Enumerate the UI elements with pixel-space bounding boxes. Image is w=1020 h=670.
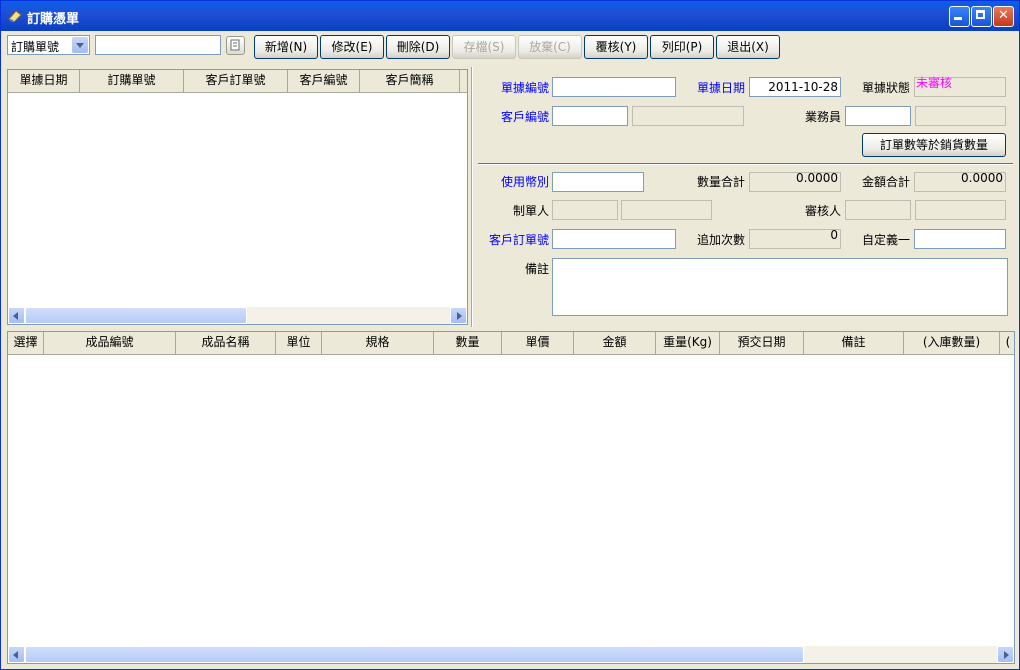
doc-date-field[interactable]: 2011-10-28	[749, 77, 841, 97]
reviewer-label: 審核人	[804, 204, 841, 218]
doc-no-field[interactable]	[552, 77, 676, 97]
amount-total-field: 0.0000	[914, 171, 1006, 192]
delete-button[interactable]: 刪除(D)	[386, 35, 450, 59]
close-icon: ✕	[998, 8, 1009, 23]
amount-total-value: 0.0000	[961, 171, 1003, 185]
app-icon	[8, 10, 22, 23]
main-window: 訂購憑單 ✕ 訂購單號 新增(N) 修改(E) 刪除(D) 存檔(S) 放棄(C…	[0, 0, 1020, 670]
close-button[interactable]: ✕	[993, 6, 1014, 27]
search-field-value: 訂購單號	[11, 40, 60, 54]
title-bar[interactable]: 訂購憑單 ✕	[1, 1, 1019, 31]
reviewer-name-field	[915, 200, 1006, 220]
qty-total-field: 0.0000	[749, 171, 841, 192]
col-remarks[interactable]: 備註	[804, 332, 904, 354]
creator-field	[552, 200, 618, 220]
customer-no-field[interactable]	[552, 106, 628, 126]
search-icon	[230, 39, 240, 51]
reviewer-field	[845, 200, 911, 220]
order-list-header: 單據日期 訂購單號 客戶訂單號 客戶編號 客戶簡稱	[8, 70, 467, 93]
col-unit[interactable]: 單位	[276, 332, 322, 354]
qty-total-label: 數量合計	[696, 175, 745, 189]
order-list-hscrollbar[interactable]	[8, 307, 467, 324]
maximize-icon	[976, 10, 985, 19]
col-due-date[interactable]: 預交日期	[720, 332, 804, 354]
col-customer-name[interactable]: 客戶簡稱	[360, 70, 460, 92]
customer-name-field	[632, 106, 744, 126]
qty-total-value: 0.0000	[796, 171, 838, 185]
print-button[interactable]: 列印(P)	[650, 35, 714, 59]
col-stock-in-qty[interactable]: (入庫數量)	[904, 332, 1000, 354]
col-doc-date[interactable]: 單據日期	[8, 70, 80, 92]
currency-label: 使用幣別	[500, 175, 549, 189]
search-input[interactable]	[95, 35, 221, 55]
cancel-button[interactable]: 放棄(C)	[518, 35, 582, 59]
salesperson-name-field	[915, 106, 1006, 126]
remarks-label: 備註	[524, 262, 549, 276]
doc-status-value: 未審核	[916, 76, 953, 90]
maximize-button[interactable]	[971, 6, 992, 27]
doc-status-label: 單據狀態	[861, 81, 910, 95]
form-separator	[478, 163, 1013, 165]
detail-grid-header: 選擇 成品編號 成品名稱 單位 規格 數量 單價 金額 重量(Kg) 預交日期 …	[8, 332, 1014, 355]
chevron-down-icon[interactable]	[72, 37, 88, 53]
scroll-right-icon[interactable]	[450, 307, 467, 324]
col-amount[interactable]: 金額	[574, 332, 656, 354]
append-count-field: 0	[749, 228, 841, 249]
col-quantity[interactable]: 數量	[434, 332, 502, 354]
minimize-icon	[954, 17, 962, 20]
save-button[interactable]: 存檔(S)	[452, 35, 516, 59]
col-product-no[interactable]: 成品編號	[44, 332, 176, 354]
doc-date-label: 單據日期	[696, 81, 745, 95]
scroll-thumb[interactable]	[25, 307, 247, 324]
customer-order-field[interactable]	[552, 229, 676, 249]
exit-button[interactable]: 退出(X)	[716, 35, 780, 59]
scroll-thumb[interactable]	[25, 646, 804, 663]
scroll-left-icon[interactable]	[8, 307, 25, 324]
doc-status-field: 未審核	[914, 76, 1006, 97]
order-list-grid[interactable]: 單據日期 訂購單號 客戶訂單號 客戶編號 客戶簡稱	[7, 69, 468, 325]
order-form: 單據編號 單據日期 2011-10-28 單據狀態 未審核 客戶編號 業務員 訂…	[474, 67, 1019, 327]
col-weight[interactable]: 重量(Kg)	[656, 332, 720, 354]
col-order-no[interactable]: 訂購單號	[80, 70, 184, 92]
col-select[interactable]: 選擇	[8, 332, 44, 354]
custom1-field[interactable]	[914, 229, 1006, 249]
review-button[interactable]: 覆核(Y)	[584, 35, 648, 59]
toolbar: 訂購單號 新增(N) 修改(E) 刪除(D) 存檔(S) 放棄(C) 覆核(Y)…	[1, 31, 1019, 65]
panel-splitter[interactable]	[471, 67, 473, 327]
col-spec[interactable]: 規格	[322, 332, 434, 354]
currency-field[interactable]	[552, 172, 644, 192]
customer-order-label: 客戶訂單號	[488, 233, 549, 247]
creator-name-field	[621, 200, 712, 220]
add-button[interactable]: 新增(N)	[254, 35, 318, 59]
col-overflow[interactable]: (	[1000, 332, 1014, 354]
search-button[interactable]	[226, 36, 245, 55]
scroll-left-icon[interactable]	[8, 646, 25, 663]
salesperson-label: 業務員	[804, 110, 841, 124]
minimize-button[interactable]	[949, 6, 970, 27]
append-count-value: 0	[830, 228, 838, 242]
col-customer-no[interactable]: 客戶編號	[288, 70, 360, 92]
append-count-label: 追加次數	[696, 233, 745, 247]
col-customer-order-no[interactable]: 客戶訂單號	[184, 70, 288, 92]
qty-match-button[interactable]: 訂單數等於銷貨數量	[862, 133, 1006, 157]
creator-label: 制單人	[512, 204, 549, 218]
detail-grid[interactable]: 選擇 成品編號 成品名稱 單位 規格 數量 單價 金額 重量(Kg) 預交日期 …	[7, 331, 1015, 664]
doc-no-label: 單據編號	[500, 81, 549, 95]
scroll-right-icon[interactable]	[997, 646, 1014, 663]
col-unit-price[interactable]: 單價	[502, 332, 574, 354]
amount-total-label: 金額合計	[861, 175, 910, 189]
salesperson-field[interactable]	[845, 106, 911, 126]
customer-no-label: 客戶編號	[500, 110, 549, 124]
custom1-label: 自定義一	[861, 233, 910, 247]
detail-grid-hscrollbar[interactable]	[8, 646, 1014, 663]
window-title: 訂購憑單	[27, 12, 80, 27]
remarks-textarea[interactable]	[552, 258, 1008, 316]
edit-button[interactable]: 修改(E)	[320, 35, 384, 59]
col-product-name[interactable]: 成品名稱	[176, 332, 276, 354]
search-field-select[interactable]: 訂購單號	[7, 35, 90, 55]
